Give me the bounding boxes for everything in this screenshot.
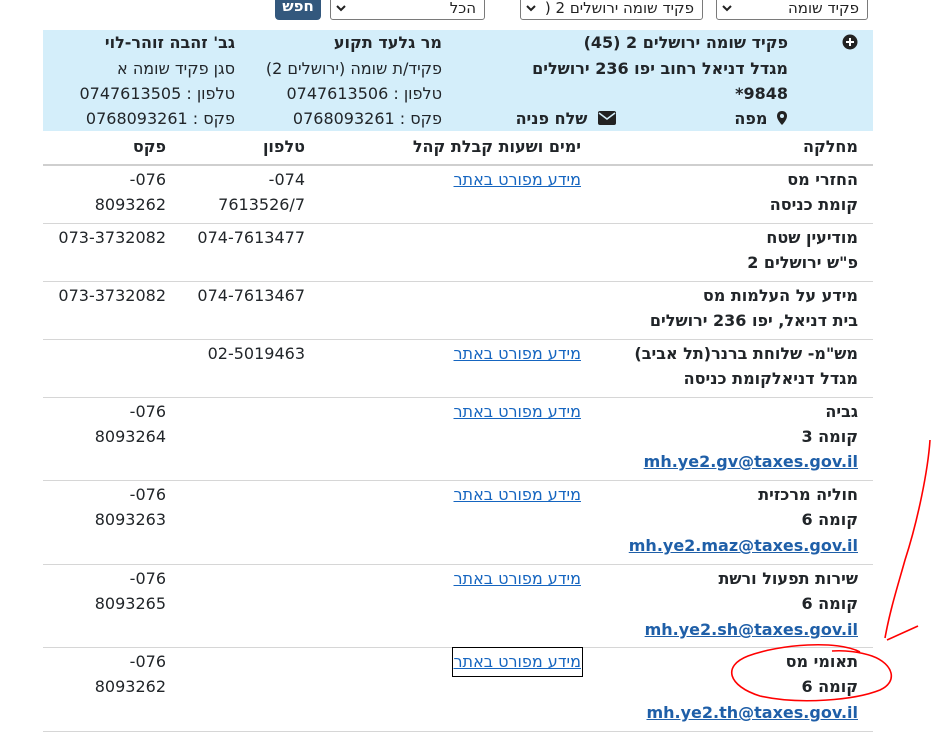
office-type-select[interactable]: פקיד שומה xyxy=(716,0,868,20)
contact-role: סגן פקיד שומה א xyxy=(117,59,235,78)
contact-phone: טלפון : 0747613505 xyxy=(79,84,235,103)
row-divider xyxy=(43,564,873,565)
chevron-down-icon xyxy=(336,5,346,12)
phone-value: 7613526/7 xyxy=(218,195,305,214)
row-divider xyxy=(43,281,873,282)
map-marker-icon xyxy=(777,111,787,125)
row-divider xyxy=(43,731,873,732)
phone-value: 074-7613467 xyxy=(197,286,305,305)
chevron-down-icon xyxy=(722,5,732,12)
contact-phone: טלפון : 0747613506 xyxy=(286,84,442,103)
annotation-arrowhead xyxy=(886,625,919,641)
department-location: קומה 6 xyxy=(801,677,858,696)
department-name: מודיעין שטח xyxy=(766,228,858,247)
contact-name: מר גלעד תקוע xyxy=(333,33,442,52)
department-location: קומת כניסה xyxy=(769,195,858,214)
fax-value: 076- xyxy=(129,402,166,421)
contact-fax: פקס : 0768093261 xyxy=(292,109,442,128)
hours-link[interactable]: מידע מפורט באתר xyxy=(454,482,581,508)
map-label: מפה xyxy=(734,109,768,128)
row-divider xyxy=(43,647,873,648)
phone-value: 074-7613477 xyxy=(197,228,305,247)
department-location: קומה 3 xyxy=(801,427,858,446)
department-location: בית דניאל, יפו 236 ירושלים xyxy=(649,311,858,330)
email-link[interactable]: mh.ye2.gv@taxes.gov.il xyxy=(644,449,858,475)
envelope-icon xyxy=(598,111,616,125)
office-title: פקיד שומה ירושלים 2 (45) xyxy=(583,33,788,52)
department-name: החזרי מס xyxy=(787,170,858,189)
row-divider xyxy=(43,480,873,481)
phone-value: 074- xyxy=(268,170,305,189)
search-button[interactable]: חפש xyxy=(275,0,321,20)
annotation-arrow xyxy=(884,439,931,639)
chevron-down-icon xyxy=(526,5,536,12)
fax-value: 8093264 xyxy=(94,427,166,446)
contact-name: גב' זהבה זוהר-לוי xyxy=(104,33,235,52)
department-name: תאומי מס xyxy=(785,652,858,671)
department-name: שירות תפעול ורשת xyxy=(718,569,858,588)
fax-value: 076- xyxy=(129,170,166,189)
office-select[interactable]: פקיד שומה ירושלים 2 ( xyxy=(520,0,703,20)
office-address-line2: 9848* xyxy=(735,84,788,103)
scope-select[interactable]: הכל xyxy=(330,0,485,20)
send-inquiry-link[interactable]: שלח פניה xyxy=(516,106,616,132)
fax-value: 8093262 xyxy=(94,677,166,696)
header-phone: טלפון xyxy=(262,137,305,156)
office-value: פקיד שומה ירושלים 2 ( xyxy=(544,0,694,17)
department-name: חוליה מרכזית xyxy=(758,485,858,504)
fax-value: 8093263 xyxy=(94,510,166,529)
department-name: מידע על העלמות מס xyxy=(702,286,858,305)
department-location: מגדל דניאלקומת כניסה xyxy=(683,369,858,388)
department-location: קומה 6 xyxy=(801,594,858,613)
department-location: קומה 6 xyxy=(801,510,858,529)
fax-value: 073-3732082 xyxy=(58,286,166,305)
fax-value: 076- xyxy=(129,652,166,671)
row-divider xyxy=(43,339,873,340)
fax-value: 8093262 xyxy=(94,195,166,214)
fax-value: 076- xyxy=(129,569,166,588)
email-link[interactable]: mh.ye2.sh@taxes.gov.il xyxy=(645,617,858,643)
department-name: מש"מ- שלוחת ברנר(תל אביב) xyxy=(634,344,858,363)
hours-link[interactable]: מידע מפורט באתר xyxy=(454,566,581,592)
hours-link[interactable]: מידע מפורט באתר xyxy=(454,341,581,367)
office-type-value: פקיד שומה xyxy=(787,0,859,17)
email-link[interactable]: mh.ye2.maz@taxes.gov.il xyxy=(629,533,858,559)
map-link[interactable]: מפה xyxy=(734,106,788,132)
hours-link[interactable]: מידע מפורט באתר xyxy=(454,399,581,425)
email-link[interactable]: mh.ye2.th@taxes.gov.il xyxy=(646,700,858,726)
fax-value: 076- xyxy=(129,485,166,504)
contact-role: פקיד/ת שומה (ירושלים 2) xyxy=(265,59,442,78)
hours-link[interactable]: מידע מפורט באתר xyxy=(451,647,584,677)
department-location: פ"ש ירושלים 2 xyxy=(747,253,858,272)
fax-value: 073-3732082 xyxy=(58,228,166,247)
header-divider xyxy=(43,164,873,166)
department-name: גביה xyxy=(825,402,858,421)
contact-fax: פקס : 0768093261 xyxy=(85,109,235,128)
office-address-line1: מגדל דניאל רחוב יפו 236 ירושלים xyxy=(532,59,788,78)
phone-value: 02-5019463 xyxy=(207,344,305,363)
hours-link[interactable]: מידע מפורט באתר xyxy=(454,167,581,193)
expand-plus-icon[interactable] xyxy=(842,34,858,50)
header-fax: פקס xyxy=(132,137,166,156)
row-divider xyxy=(43,223,873,224)
scope-value: הכל xyxy=(449,0,476,17)
send-inquiry-label: שלח פניה xyxy=(515,109,588,128)
fax-value: 8093265 xyxy=(94,594,166,613)
header-department: מחלקה xyxy=(802,137,858,156)
row-divider xyxy=(43,397,873,398)
header-hours: ימים ושעות קבלת קהל xyxy=(412,137,581,156)
